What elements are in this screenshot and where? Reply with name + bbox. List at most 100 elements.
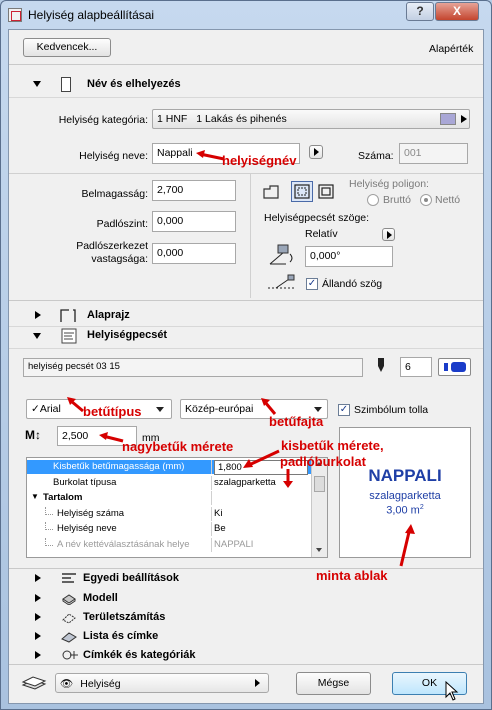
annotation-arrow xyxy=(99,432,124,443)
expand-down-icon[interactable] xyxy=(33,81,41,87)
annotation-room-name: helyiségnév xyxy=(222,153,297,168)
section-listing-labeling[interactable]: Lista és címke xyxy=(21,629,471,647)
defaults-label: Alapérték xyxy=(429,43,474,55)
parameter-value[interactable]: Ki xyxy=(214,508,222,519)
parameter-name: Helyiség neve xyxy=(57,523,117,534)
net-radio[interactable] xyxy=(420,194,432,206)
expand-right-icon[interactable] xyxy=(35,574,41,582)
section-room-stamp[interactable]: Helyiségpecsét xyxy=(21,328,471,346)
parameter-value[interactable]: NAPPALI xyxy=(214,539,253,550)
annotation-uppercase-size: nagybetűk mérete xyxy=(122,439,234,454)
expand-right-icon[interactable] xyxy=(35,651,41,659)
preview-area-value: 3,00 m xyxy=(386,504,420,517)
parameter-name: Tartalom xyxy=(43,492,83,503)
cancel-button[interactable]: Mégse xyxy=(296,672,371,695)
window-title: Helyiség alapbeállításai xyxy=(28,8,155,22)
net-label: Nettó xyxy=(435,194,461,206)
table-scrollbar[interactable] xyxy=(311,458,327,557)
section-area-calculation[interactable]: Területszámítás xyxy=(21,610,471,628)
room-stamp-icon xyxy=(61,328,77,344)
tree-connector xyxy=(45,522,53,530)
pen-number-input[interactable]: 6 xyxy=(400,357,432,377)
floor-structure-label: Padlószerkezet vastagsága: xyxy=(76,240,148,265)
room-number-input[interactable]: 001 xyxy=(399,143,468,164)
table-row[interactable]: Helyiség neve Be xyxy=(27,522,313,536)
layer-value: Helyiség xyxy=(80,678,121,690)
favorites-button[interactable]: Kedvencek... xyxy=(23,38,111,57)
fixed-angle-label: Állandó szög xyxy=(322,278,383,290)
scroll-down-icon[interactable] xyxy=(316,548,322,552)
close-button[interactable]: X xyxy=(435,2,479,21)
help-button[interactable]: ? xyxy=(406,2,434,21)
floor-level-input[interactable]: 0,000 xyxy=(152,211,236,232)
annotation-arrow xyxy=(261,398,277,415)
section-title: Címkék és kategóriák xyxy=(83,649,196,661)
section-title: Modell xyxy=(83,592,118,604)
scroll-thumb[interactable] xyxy=(314,476,325,492)
title-bar[interactable]: Helyiség alapbeállításai ? X xyxy=(1,1,491,29)
expand-right-icon[interactable] xyxy=(35,613,41,621)
column-divider xyxy=(211,537,212,552)
chevron-right-icon xyxy=(314,148,319,156)
vertical-divider xyxy=(250,174,251,298)
section-name-placement[interactable]: Név és elhelyezés xyxy=(21,77,471,95)
net-polygon-icon[interactable] xyxy=(291,181,313,202)
section-title: Helyiségpecsét xyxy=(87,329,168,341)
parameter-name: A név kettéválasztásának helye xyxy=(57,538,190,550)
section-title: Lista és címke xyxy=(83,630,159,642)
section-model[interactable]: Modell xyxy=(21,591,471,609)
table-row[interactable]: ▼ Tartalom xyxy=(27,491,313,505)
gross-radio[interactable] xyxy=(367,194,379,206)
custom-settings-icon xyxy=(61,572,77,585)
angle-input[interactable]: 0,000° xyxy=(305,246,393,267)
expand-right-icon[interactable] xyxy=(35,311,41,319)
preview-area: 3,00 m2 xyxy=(340,504,470,517)
layer-select[interactable]: 👁 Helyiség xyxy=(55,673,269,693)
chevron-right-icon xyxy=(387,231,392,239)
app-icon xyxy=(8,8,22,22)
pen-color-button[interactable] xyxy=(438,358,471,376)
table-row[interactable]: A név kettéválasztásának helye NAPPALI xyxy=(27,537,313,552)
expand-right-icon[interactable] xyxy=(35,632,41,640)
room-name-list-button[interactable] xyxy=(309,145,323,159)
category-label: Helyiség kategória: xyxy=(58,114,148,126)
list-icon xyxy=(61,629,77,643)
annotation-char-encoding: betűfajta xyxy=(269,414,324,429)
annotation-arrow xyxy=(243,449,280,468)
table-row[interactable]: Burkolat típusa szalagparketta xyxy=(27,475,313,490)
expand-right-icon[interactable] xyxy=(35,594,41,602)
annotation-preview-window: minta ablak xyxy=(316,568,388,583)
section-title: Egyedi beállítások xyxy=(83,572,179,584)
font-value: Arial xyxy=(39,403,61,415)
section-custom-settings[interactable]: Egyedi beállítások xyxy=(21,571,471,589)
mouse-cursor-icon xyxy=(445,680,459,701)
room-name-label: Helyiség neve: xyxy=(79,150,148,162)
floor-structure-input[interactable]: 0,000 xyxy=(152,243,236,264)
section-floorplan[interactable]: Alaprajz xyxy=(21,308,471,326)
fixed-angle-checkbox[interactable]: ✓ xyxy=(306,278,318,290)
parameter-value[interactable]: Be xyxy=(214,523,226,534)
symbol-pen-checkbox[interactable]: ✓ xyxy=(338,404,350,416)
preview-floor: szalagparketta xyxy=(369,490,441,502)
stamp-name-field[interactable]: helyiség pecsét 03 15 xyxy=(23,358,363,377)
radio-dot xyxy=(424,198,428,202)
annotation-arrow xyxy=(67,397,84,413)
parameter-value[interactable]: szalagparketta xyxy=(214,477,276,488)
annotation-arrow xyxy=(399,524,415,567)
parameter-name: Kisbetűk betűmagassága (mm) xyxy=(53,461,185,472)
height-input[interactable]: 2,700 xyxy=(152,180,236,201)
category-code: 1 HNF xyxy=(157,113,188,125)
floor-level-label: Padlószint: xyxy=(96,218,148,230)
text-size-icon: M↕ xyxy=(25,428,41,442)
table-row[interactable]: Helyiség száma Ki xyxy=(27,506,313,521)
divider xyxy=(9,64,483,65)
column-divider xyxy=(211,522,212,536)
gross-polygon-icon[interactable] xyxy=(317,183,335,200)
angle-mode-button[interactable] xyxy=(382,228,395,241)
polygon-shape-icon[interactable] xyxy=(262,184,280,200)
height-label: Belmagasság: xyxy=(81,188,148,200)
category-select[interactable]: 1 HNF 1 Lakás és pihenés xyxy=(152,109,470,129)
pen-swatch xyxy=(451,362,466,372)
expand-down-icon[interactable] xyxy=(33,333,41,339)
expand-down-icon[interactable]: ▼ xyxy=(31,492,39,501)
